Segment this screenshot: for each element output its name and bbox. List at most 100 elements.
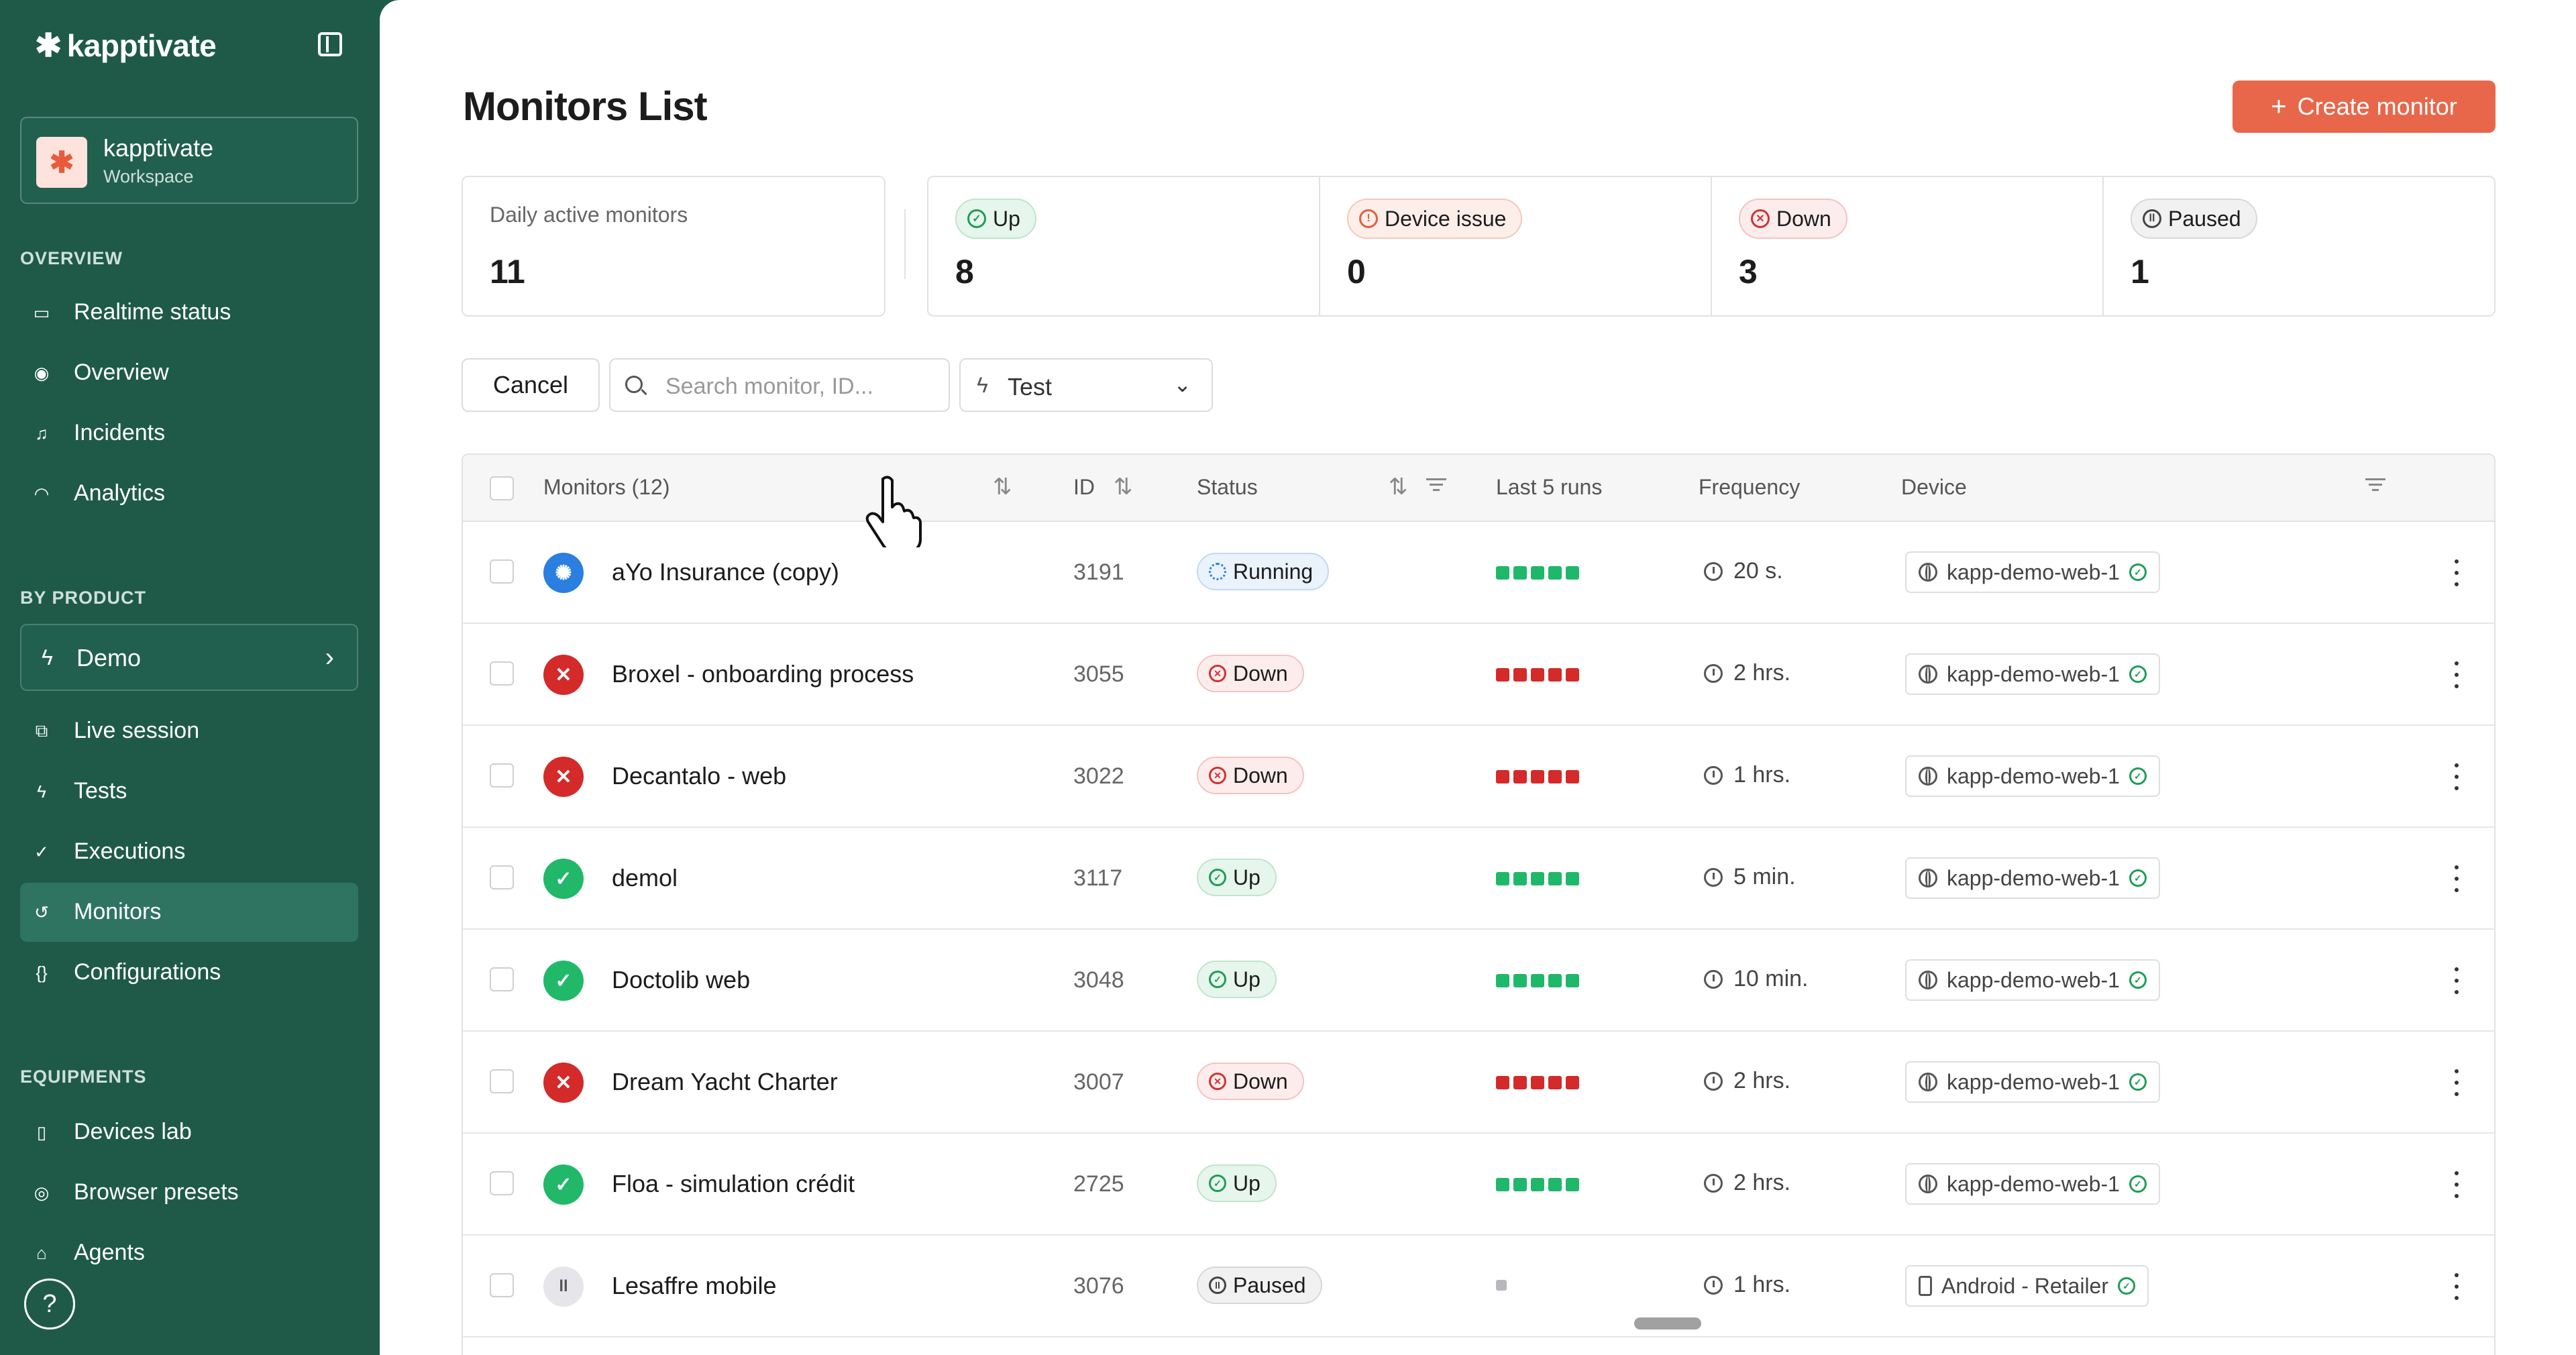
sidebar-item-label: Realtime status: [74, 299, 231, 325]
row-checkbox[interactable]: [490, 967, 514, 991]
sort-id-icon[interactable]: ⇅: [1114, 474, 1133, 500]
device-tag[interactable]: kapp-demo-web-1 ✓: [1905, 551, 2160, 593]
table-row[interactable]: ✕ Dream Yacht Charter 3007 ✕ Down 2 hrs. kapp-…: [463, 1032, 2494, 1134]
monitor-id: 3191: [1073, 559, 1124, 585]
chevron-down-icon: ⌄: [1173, 372, 1191, 396]
sidebar-item-live-session[interactable]: ⧉ Live session: [20, 702, 358, 761]
collapse-sidebar-icon[interactable]: [318, 32, 342, 56]
up-label: Up: [993, 206, 1020, 231]
device-name: kapp-demo-web-1: [1947, 1069, 2120, 1094]
status-badge: ✕ Down: [1197, 1063, 1304, 1100]
table-row[interactable]: ✓ Floa - simulation crédit 2725 ✓ Up 2 hrs. ka…: [463, 1134, 2494, 1236]
sidebar-item-configurations[interactable]: {} Configurations: [20, 943, 358, 1002]
braces-icon: {}: [36, 962, 48, 983]
status-badge: ll Paused: [1197, 1266, 1322, 1304]
cancel-button[interactable]: Cancel: [462, 358, 600, 412]
frequency: 2 hrs.: [1704, 1068, 1790, 1094]
row-checkbox[interactable]: [490, 1171, 514, 1195]
globe-icon: [1919, 1073, 1937, 1091]
clock-icon: [1704, 1275, 1723, 1295]
device-tag[interactable]: kapp-demo-web-1 ✓: [1905, 1163, 2160, 1205]
product-selector-demo[interactable]: ϟ Demo ›: [20, 624, 358, 691]
stat-down[interactable]: ✕ Down 3: [1712, 177, 2104, 315]
pause-circle-icon: ll: [543, 1266, 584, 1307]
main-content: Monitors List + Create monitor Daily act…: [380, 0, 2576, 1355]
row-checkbox[interactable]: [490, 559, 514, 584]
x-circle-icon: ✕: [543, 655, 584, 695]
check-circle-icon: ✓: [2129, 869, 2147, 887]
row-menu-icon[interactable]: [2450, 967, 2463, 994]
stat-paused[interactable]: ll Paused 1: [2104, 177, 2494, 315]
table-row[interactable]: ✓ Doctolib web 3048 ✓ Up 10 min. kapp-demo-web…: [463, 930, 2494, 1032]
run-indicator: [1531, 1178, 1544, 1191]
create-monitor-button[interactable]: + Create monitor: [2233, 80, 2496, 133]
device-name: kapp-demo-web-1: [1947, 763, 2120, 788]
monitor-name[interactable]: Decantalo - web: [612, 762, 786, 790]
monitor-name[interactable]: Lesaffre mobile: [612, 1272, 776, 1300]
search-input[interactable]: [664, 369, 942, 404]
monitor-name[interactable]: Broxel - onboarding process: [612, 660, 914, 688]
sidebar-item-analytics[interactable]: ◠ Analytics: [20, 464, 358, 523]
row-checkbox[interactable]: [490, 1273, 514, 1297]
sidebar-item-realtime-status[interactable]: ▭ Realtime status: [20, 283, 358, 342]
test-filter-select[interactable]: ϟ Test ⌄: [959, 358, 1213, 412]
table-row[interactable]: ✺ aYo Insurance (copy) 3191 Running 20 s. kap…: [463, 522, 2494, 624]
row-checkbox[interactable]: [490, 661, 514, 686]
device-tag[interactable]: Android - Retailer ✓: [1905, 1265, 2149, 1307]
sidebar-item-overview[interactable]: ◉ Overview: [20, 343, 358, 402]
device-tag[interactable]: kapp-demo-web-1 ✓: [1905, 653, 2160, 695]
row-menu-icon[interactable]: [2450, 1273, 2463, 1300]
stat-device-issue[interactable]: ! Device issue 0: [1320, 177, 1712, 315]
filter-device-icon[interactable]: [2364, 475, 2387, 495]
frequency-value: 5 min.: [1733, 864, 1796, 889]
globe-icon: [1919, 1175, 1937, 1193]
stat-up[interactable]: ✓ Up 8: [928, 177, 1320, 315]
sidebar-item-executions[interactable]: ✓ Executions: [20, 822, 358, 881]
sidebar-item-browser-presets[interactable]: ◎ Browser presets: [20, 1163, 358, 1222]
brand-logo[interactable]: ✱ kapptivate: [35, 27, 217, 64]
table-row[interactable]: ✕ Broxel - onboarding process 3055 ✕ Down 2 h…: [463, 624, 2494, 726]
horizontal-scrollbar[interactable]: [1634, 1317, 1701, 1330]
run-indicator: [1513, 668, 1527, 682]
sort-monitors-icon[interactable]: ⇅: [993, 474, 1012, 500]
sort-status-icon[interactable]: ⇅: [1389, 474, 1408, 500]
workspace-switcher[interactable]: ✱ kapptivate Workspace: [20, 117, 358, 204]
row-menu-icon[interactable]: [2450, 661, 2463, 688]
device-name: kapp-demo-web-1: [1947, 661, 2120, 686]
sidebar-item-label: Monitors: [74, 899, 162, 924]
table-row[interactable]: ✕ Decantalo - web 3022 ✕ Down 1 hrs. kapp-demo…: [463, 726, 2494, 828]
monitor-name[interactable]: Dream Yacht Charter: [612, 1068, 838, 1096]
row-menu-icon[interactable]: [2450, 1171, 2463, 1198]
device-tag[interactable]: kapp-demo-web-1 ✓: [1905, 857, 2160, 899]
sidebar-item-devices-lab[interactable]: ▯ Devices lab: [20, 1103, 358, 1162]
device-tag[interactable]: kapp-demo-web-1 ✓: [1905, 959, 2160, 1001]
monitor-name[interactable]: Doctolib web: [612, 966, 750, 994]
sidebar-item-agents[interactable]: ⌂ Agents: [20, 1224, 358, 1283]
check-circle-icon: ✓: [34, 841, 49, 862]
status-badge: ✕ Down: [1197, 757, 1304, 794]
sidebar-item-tests[interactable]: ϟ Tests: [20, 762, 358, 821]
sidebar-item-incidents[interactable]: ♫ Incidents: [20, 404, 358, 463]
row-checkbox[interactable]: [490, 865, 514, 889]
monitor-name[interactable]: demol: [612, 864, 678, 892]
row-menu-icon[interactable]: [2450, 1069, 2463, 1096]
eye-icon: ◉: [34, 362, 50, 383]
device-tag[interactable]: kapp-demo-web-1 ✓: [1905, 755, 2160, 797]
row-checkbox[interactable]: [490, 1069, 514, 1093]
select-all-checkbox[interactable]: [490, 476, 514, 500]
row-menu-icon[interactable]: [2450, 865, 2463, 892]
monitor-id: 3048: [1073, 967, 1124, 993]
table-row[interactable]: ll Lesaffre mobile 3076 ll Paused 1 hrs. Andro…: [463, 1236, 2494, 1338]
table-row[interactable]: ✓ demol 3117 ✓ Up 5 min. kapp-demo-web-1 ✓: [463, 828, 2494, 930]
monitor-name[interactable]: aYo Insurance (copy): [612, 558, 839, 586]
row-menu-icon[interactable]: [2450, 559, 2463, 586]
row-checkbox[interactable]: [490, 763, 514, 788]
run-indicator: [1513, 566, 1527, 580]
help-button[interactable]: ?: [24, 1279, 75, 1330]
filter-status-icon[interactable]: [1425, 475, 1448, 495]
row-menu-icon[interactable]: [2450, 763, 2463, 790]
monitor-name[interactable]: Floa - simulation crédit: [612, 1170, 855, 1198]
monitors-table: Monitors (12) ⇅ ID ⇅ Status ⇅ Last 5 run…: [462, 453, 2496, 1355]
device-tag[interactable]: kapp-demo-web-1 ✓: [1905, 1061, 2160, 1103]
sidebar-item-monitors[interactable]: ↺ Monitors: [20, 883, 358, 942]
